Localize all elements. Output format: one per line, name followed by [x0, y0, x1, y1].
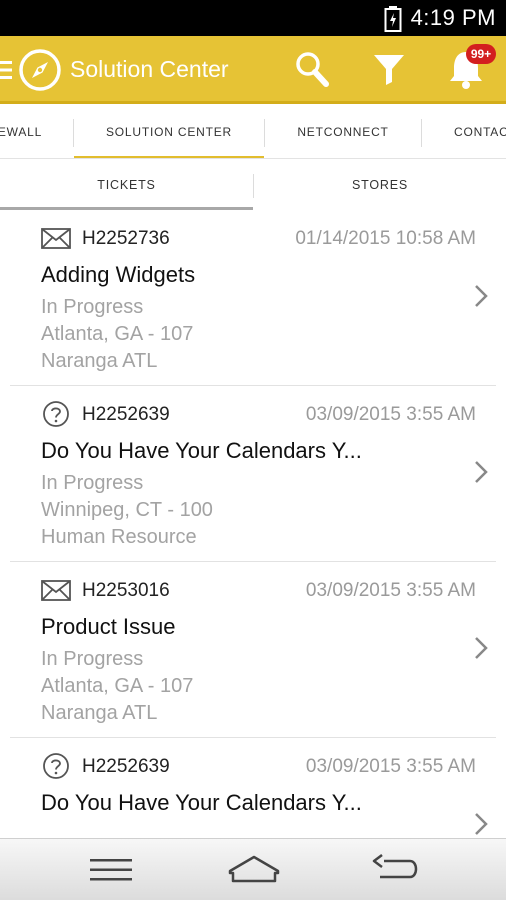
- ticket-title: Do You Have Your Calendars Y...: [41, 790, 362, 815]
- ticket-location: Winnipeg, CT - 100: [41, 499, 213, 521]
- ticket-id: H2252736: [82, 228, 170, 249]
- search-icon[interactable]: [294, 50, 330, 88]
- ticket-id: H2253016: [82, 580, 170, 601]
- ticket-date: 03/09/2015 3:55 AM: [305, 580, 476, 601]
- ticket-date: 03/09/2015 3:55 AM: [305, 404, 476, 425]
- question-icon: [43, 753, 69, 779]
- status-time: 4:19 PM: [410, 5, 496, 30]
- ticket-id: H2252639: [82, 404, 170, 425]
- ticket-list: H2252736 01/14/2015 10:58 AM Adding Widg…: [0, 210, 506, 838]
- filter-icon[interactable]: [372, 52, 406, 86]
- chevron-right-icon[interactable]: [474, 460, 488, 484]
- tab-divider: [421, 119, 422, 147]
- tab-tickets[interactable]: TICKETS: [0, 160, 253, 210]
- ticket-row[interactable]: H2252639 03/09/2015 3:55 AM Do You Have …: [10, 738, 496, 838]
- tab-stores[interactable]: STORES: [254, 160, 506, 210]
- ticket-title: Product Issue: [41, 614, 176, 639]
- ticket-title: Adding Widgets: [41, 262, 196, 287]
- sub-tab-bar: TICKETS STORES: [0, 160, 506, 210]
- app-title: Solution Center: [70, 56, 229, 82]
- chevron-right-icon[interactable]: [474, 812, 488, 836]
- ticket-location: Atlanta, GA - 107: [41, 675, 194, 697]
- tab-contacts[interactable]: CONTAC: [454, 107, 506, 158]
- system-nav-bar: [0, 838, 506, 900]
- nav-menu-icon[interactable]: [88, 856, 134, 884]
- battery-charging-icon: [384, 6, 402, 32]
- notification-badge: 99+: [466, 44, 496, 64]
- app-bar: Solution Center 99+: [0, 36, 506, 104]
- back-icon[interactable]: [370, 853, 422, 885]
- ticket-title: Do You Have Your Calendars Y...: [41, 438, 362, 463]
- ticket-row[interactable]: H2252736 01/14/2015 10:58 AM Adding Widg…: [10, 210, 496, 386]
- tab-solution-center[interactable]: SOLUTION CENTER: [74, 107, 264, 158]
- question-icon: [43, 401, 69, 427]
- ticket-location: Atlanta, GA - 107: [41, 323, 194, 345]
- ticket-status: In Progress: [41, 648, 144, 670]
- ticket-department: Naranga ATL: [41, 350, 158, 372]
- menu-icon[interactable]: [0, 60, 14, 80]
- ticket-row[interactable]: H2252639 03/09/2015 3:55 AM Do You Have …: [10, 386, 496, 562]
- ticket-department: Human Resource: [41, 526, 197, 548]
- ticket-row[interactable]: H2253016 03/09/2015 3:55 AM Product Issu…: [10, 562, 496, 738]
- envelope-icon: [41, 228, 71, 249]
- status-bar: 4:19 PM: [0, 0, 506, 36]
- tab-ewall[interactable]: EWALL: [0, 107, 46, 158]
- chevron-right-icon[interactable]: [474, 636, 488, 660]
- top-tab-bar: EWALL SOLUTION CENTER NETCONNECT CONTAC: [0, 107, 506, 159]
- ticket-status: In Progress: [41, 472, 144, 494]
- chevron-right-icon[interactable]: [474, 284, 488, 308]
- envelope-icon: [41, 580, 71, 601]
- home-icon[interactable]: [226, 853, 282, 885]
- ticket-status: In Progress: [41, 296, 144, 318]
- ticket-date: 03/09/2015 3:55 AM: [305, 756, 476, 777]
- tab-netconnect[interactable]: NETCONNECT: [265, 107, 421, 158]
- ticket-date: 01/14/2015 10:58 AM: [295, 228, 476, 249]
- ticket-department: Naranga ATL: [41, 702, 158, 724]
- compass-icon[interactable]: [18, 48, 62, 92]
- ticket-id: H2252639: [82, 756, 170, 777]
